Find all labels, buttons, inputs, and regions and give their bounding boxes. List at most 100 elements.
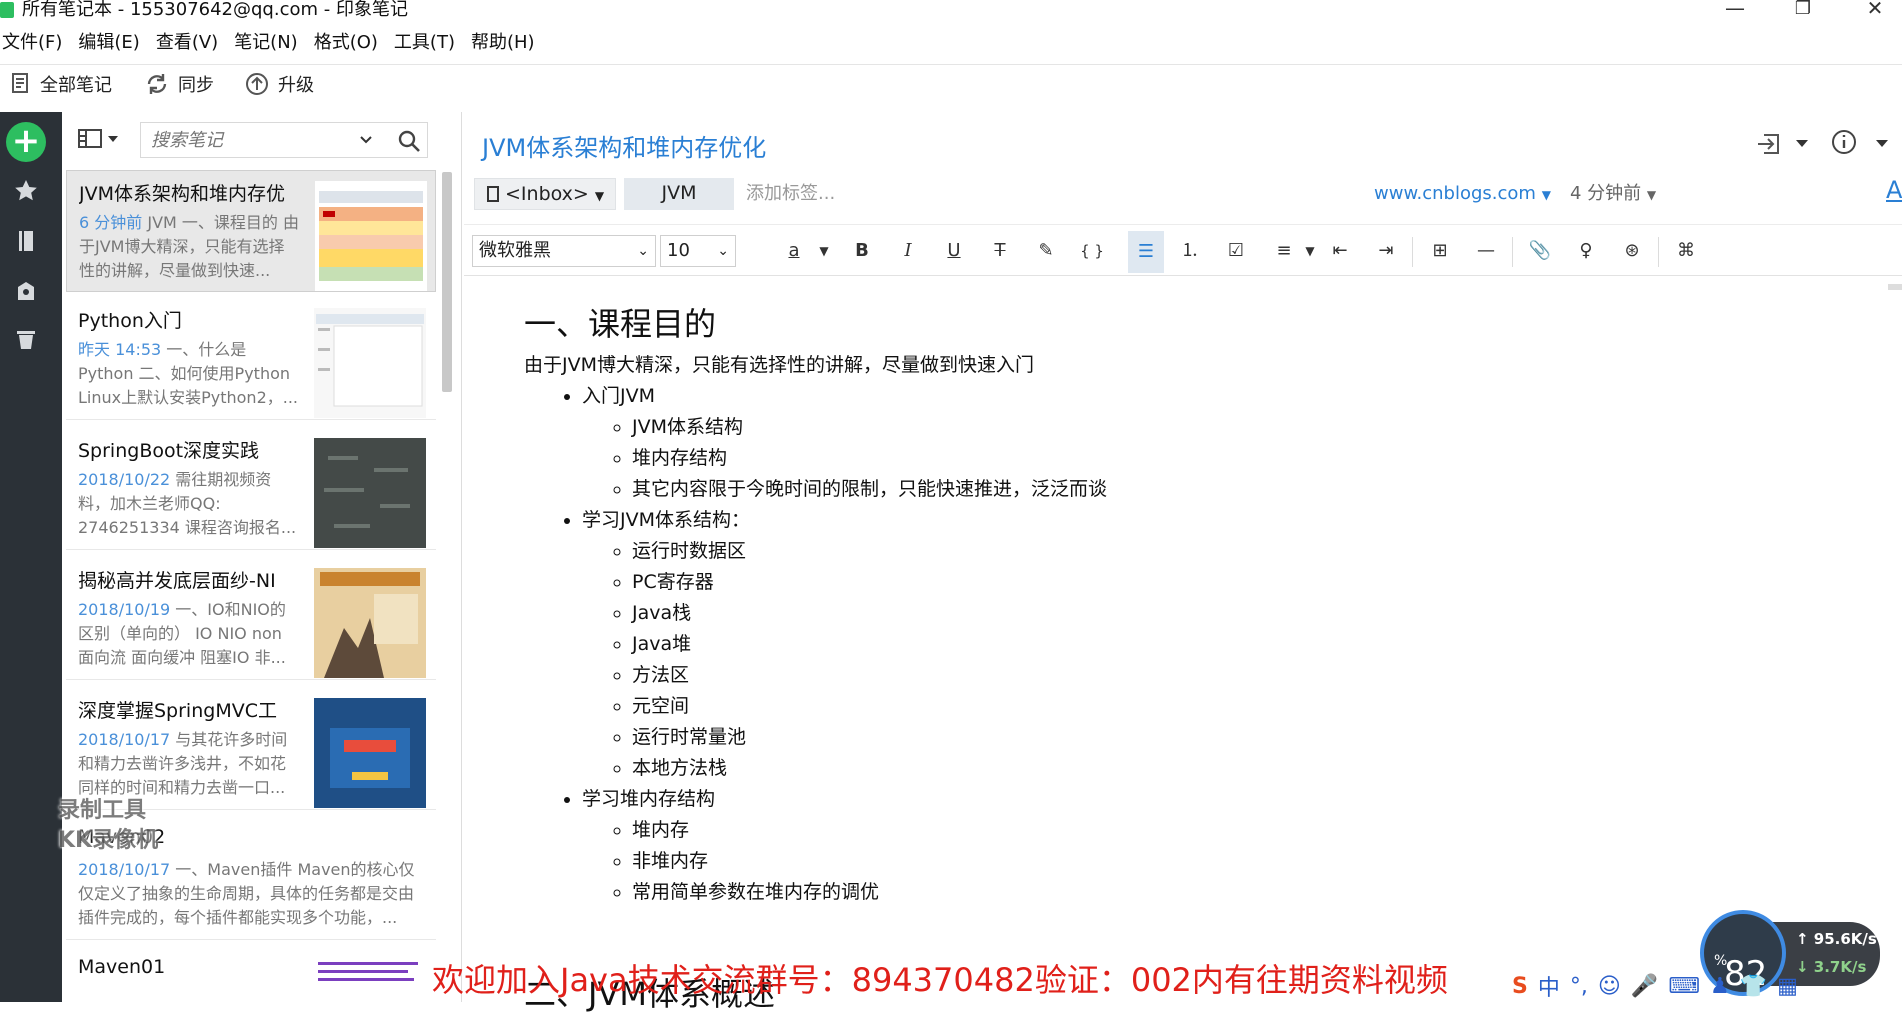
bold-button[interactable]: B: [848, 237, 876, 265]
menu-help[interactable]: 帮助(H): [469, 30, 543, 56]
toolbox-grid-icon[interactable]: ▦: [1777, 974, 1798, 999]
note-snippet: 2018/10/17 一、Maven插件 Maven的核心仅仅定义了抽象的生命周…: [78, 858, 428, 930]
sub-list: 运行时数据区 PC寄存器 Java栈 Java堆 方法区 元空间 运行时常量池 …: [582, 536, 1824, 784]
note-title: SpringBoot深度实践: [78, 440, 260, 462]
shortcut-command-icon[interactable]: ⌘: [1672, 237, 1700, 265]
record-audio-icon[interactable]: ♀: [1572, 237, 1600, 265]
note-list-scrollbar[interactable]: [439, 172, 455, 392]
note-item-nio[interactable]: 揭秘高并发底层面纱-NI 2018/10/19 一、IO和NIO的区别（单向的）…: [66, 558, 436, 680]
align-icon[interactable]: ≡: [1270, 237, 1298, 265]
trash-icon[interactable]: [13, 326, 39, 352]
checkbox-icon[interactable]: ☑: [1222, 237, 1250, 265]
note-thumbnail: [318, 962, 418, 981]
view-options-icon[interactable]: [78, 128, 104, 150]
font-color-button[interactable]: a: [780, 237, 808, 265]
share-icon[interactable]: [1754, 130, 1784, 158]
search-box[interactable]: [140, 122, 428, 158]
info-icon[interactable]: [1830, 128, 1858, 156]
all-notes-button[interactable]: 全部笔记: [10, 71, 112, 97]
sync-button[interactable]: 同步: [144, 71, 214, 97]
note-body[interactable]: 一、课程目的 由于JVM博大精深，只能有选择性的讲解，尽量做到快速入门 入门JV…: [524, 302, 1824, 908]
source-url-link[interactable]: www.cnblogs.com ▼: [1374, 178, 1551, 211]
outdent-icon[interactable]: ⇤: [1326, 237, 1354, 265]
shortcuts-star-icon[interactable]: [13, 178, 39, 204]
keyboard-icon[interactable]: ⌨: [1668, 974, 1700, 999]
note-title-field[interactable]: JVM体系架构和堆内存优化: [482, 128, 766, 163]
bullet-list-button[interactable]: ☰: [1128, 231, 1164, 273]
italic-button[interactable]: I: [894, 237, 922, 265]
restore-icon[interactable]: ❐: [1788, 0, 1818, 19]
punctuation-icon[interactable]: °,: [1570, 974, 1588, 999]
font-size-select[interactable]: 10 ⌄: [660, 235, 736, 267]
encrypt-icon[interactable]: ⊛: [1618, 237, 1646, 265]
sogou-ime-icon[interactable]: S: [1512, 974, 1528, 999]
search-options-chevron-icon[interactable]: [360, 136, 372, 144]
strikethrough-button[interactable]: T: [986, 237, 1014, 265]
menu-tools[interactable]: 工具(T): [392, 30, 463, 56]
font-size-value: 10: [667, 240, 690, 261]
note-item-jvm[interactable]: JVM体系架构和堆内存优 6 分钟前 JVM 一、课程目的 由于JVM博大精深，…: [66, 170, 436, 292]
numbered-list-icon[interactable]: ⒈: [1176, 237, 1204, 265]
sub-list-item: 元空间: [632, 691, 1824, 722]
attachment-icon[interactable]: 📎: [1526, 237, 1554, 265]
menu-format[interactable]: 格式(O): [312, 30, 386, 56]
notebook-selector[interactable]: <Inbox> ▼: [474, 178, 616, 210]
note-thumbnail: [314, 438, 426, 548]
note-item-python[interactable]: Python入门 昨天 14:53 一、什么是 Python 二、如何使用Pyt…: [66, 298, 436, 420]
note-date: 6 分钟前: [79, 213, 143, 232]
window-title: 所有笔记本 - 155307642@qq.com - 印象笔记: [22, 0, 408, 20]
sub-list: 堆内存 非堆内存 常用简单参数在堆内存的调优: [582, 815, 1824, 908]
more-chevron-icon[interactable]: [1876, 140, 1888, 148]
ime-language-toggle[interactable]: 中: [1538, 970, 1560, 1002]
note-item-maven01[interactable]: Maven01: [66, 948, 436, 1008]
emoji-icon[interactable]: ☺: [1598, 974, 1621, 999]
upgrade-button[interactable]: 升级: [244, 71, 314, 97]
chevron-down-icon: ▼: [1541, 188, 1551, 202]
highlight-icon[interactable]: ✎: [1032, 237, 1060, 265]
text-style-icon[interactable]: A: [1886, 176, 1902, 204]
chevron-down-icon[interactable]: [108, 136, 118, 144]
chevron-down-icon: ⌄: [637, 243, 649, 259]
menu-bar: 文件(F) 编辑(E) 查看(V) 笔记(N) 格式(O) 工具(T) 帮助(H…: [0, 30, 549, 56]
share-chevron-icon[interactable]: [1796, 140, 1808, 148]
user-icon[interactable]: ♟: [1710, 974, 1730, 999]
code-block-icon[interactable]: { }: [1078, 237, 1106, 265]
note-thumbnail: [314, 308, 426, 418]
editor-scrollbar[interactable]: [1888, 284, 1902, 290]
menu-view[interactable]: 查看(V): [154, 30, 226, 56]
note-snippet: 2018/10/19 一、IO和NIO的区别（单向的） IO NIO non 面…: [78, 598, 298, 670]
search-icon[interactable]: [397, 129, 421, 153]
menu-file[interactable]: 文件(F): [0, 30, 70, 56]
upgrade-icon: [246, 73, 268, 95]
font-color-chevron-icon[interactable]: ▼: [810, 237, 838, 265]
scrollbar-thumb[interactable]: [442, 172, 452, 392]
microphone-icon[interactable]: 🎤: [1631, 974, 1658, 999]
note-snippet: 6 分钟前 JVM 一、课程目的 由于JVM博大精深，只能有选择性的讲解，尽量做…: [79, 211, 299, 283]
underline-button[interactable]: U: [940, 237, 968, 265]
font-family-select[interactable]: 微软雅黑 ⌄: [472, 235, 656, 267]
add-tag-input[interactable]: 添加标签...: [746, 178, 835, 210]
search-input[interactable]: [149, 129, 379, 152]
menu-edit[interactable]: 编辑(E): [76, 30, 147, 56]
note-item-springmvc[interactable]: 深度掌握SpringMVC工 2018/10/17 与其花许多时间和精力去凿许多…: [66, 688, 436, 810]
note-date: 2018/10/17: [78, 730, 171, 749]
sub-list-item: 运行时数据区: [632, 536, 1824, 567]
modified-time[interactable]: 4 分钟前 ▼: [1570, 178, 1656, 211]
work-chat-icon[interactable]: [13, 278, 39, 304]
sub-list: JVM体系结构 堆内存结构 其它内容限于今晚时间的限制，只能快速推进，泛泛而谈: [582, 412, 1824, 505]
close-icon[interactable]: ✕: [1860, 0, 1890, 20]
table-icon[interactable]: ⊞: [1426, 237, 1454, 265]
indent-icon[interactable]: ⇥: [1372, 237, 1400, 265]
new-note-button[interactable]: +: [6, 122, 46, 162]
note-item-springboot[interactable]: SpringBoot深度实践 2018/10/22 需往期视频资料，加木兰老师Q…: [66, 428, 436, 550]
notebooks-icon[interactable]: [13, 228, 39, 254]
skin-icon[interactable]: 👕: [1740, 974, 1767, 999]
horizontal-rule-icon[interactable]: —: [1472, 237, 1500, 265]
note-title: JVM体系架构和堆内存优: [79, 183, 285, 205]
format-toolbar: 微软雅黑 ⌄ 10 ⌄ a ▼ B I U T ✎ { } ☰ ⒈ ☑ ≡ ▼ ⇤ …: [464, 224, 1902, 276]
align-chevron-icon[interactable]: ▼: [1296, 237, 1324, 265]
minimize-icon[interactable]: —: [1720, 0, 1750, 20]
tag-chip[interactable]: JVM: [624, 178, 734, 210]
chevron-down-icon: ⌄: [717, 243, 729, 259]
menu-note[interactable]: 笔记(N): [232, 30, 306, 56]
